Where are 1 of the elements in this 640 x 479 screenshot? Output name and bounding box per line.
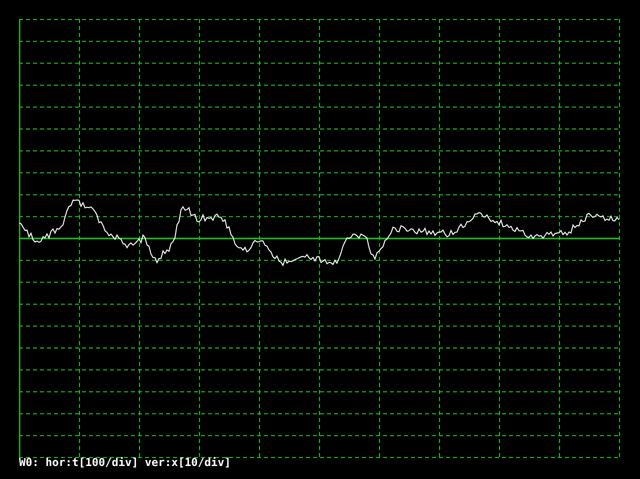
status-line: W0: hor:t[100/div] ver:x[10/div] xyxy=(19,456,231,469)
